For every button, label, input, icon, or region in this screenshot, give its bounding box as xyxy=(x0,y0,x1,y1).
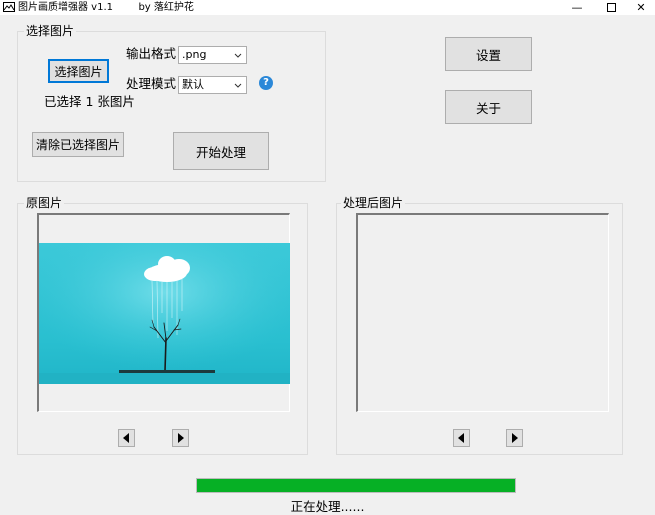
original-prev-button[interactable] xyxy=(118,429,135,447)
start-processing-button[interactable]: 开始处理 xyxy=(173,132,269,170)
arrow-left-icon xyxy=(458,433,464,443)
window-title-text: 图片画质增强器 v1.1 xyxy=(18,2,113,13)
maximize-icon xyxy=(606,2,616,12)
settings-button[interactable]: 设置 xyxy=(445,37,532,71)
clear-selected-button[interactable]: 清除已选择图片 xyxy=(32,132,124,157)
arrow-left-icon xyxy=(123,433,129,443)
status-text: 正在处理...... xyxy=(290,499,365,514)
original-image-group-legend: 原图片 xyxy=(24,196,65,210)
original-next-button[interactable] xyxy=(172,429,189,447)
chevron-down-icon xyxy=(234,53,242,58)
maximize-button[interactable] xyxy=(596,0,626,15)
process-mode-value: 默认 xyxy=(182,78,204,91)
processed-prev-button[interactable] xyxy=(453,429,470,447)
window-author: by 落红护花 xyxy=(138,2,194,13)
minimize-button[interactable]: — xyxy=(562,0,592,15)
process-mode-select[interactable]: 默认 xyxy=(178,76,247,94)
select-image-button[interactable]: 选择图片 xyxy=(48,59,109,83)
processed-next-button[interactable] xyxy=(506,429,523,447)
output-format-label: 输出格式 xyxy=(126,46,177,61)
chevron-down-icon xyxy=(234,83,242,88)
processed-image-group-legend: 处理后图片 xyxy=(341,196,406,210)
about-button[interactable]: 关于 xyxy=(445,90,532,124)
window-title: 图片画质增强器 v1.1 by 落红护花 xyxy=(18,0,194,15)
processed-image-frame xyxy=(356,213,609,412)
select-image-group-legend: 选择图片 xyxy=(24,24,77,38)
title-bar[interactable]: 图片画质增强器 v1.1 by 落红护花 — ✕ xyxy=(0,0,655,15)
original-image-frame xyxy=(37,213,290,412)
process-mode-label: 处理模式 xyxy=(126,76,177,91)
original-image-preview xyxy=(39,243,290,384)
help-icon[interactable]: ? xyxy=(259,76,273,90)
output-format-select[interactable]: .png xyxy=(178,46,247,64)
arrow-right-icon xyxy=(178,433,184,443)
arrow-right-icon xyxy=(512,433,518,443)
selected-count-text: 已选择 1 张图片 xyxy=(44,94,135,109)
app-icon xyxy=(3,2,15,12)
output-format-value: .png xyxy=(182,48,207,61)
progress-bar-fill xyxy=(197,479,515,492)
progress-bar xyxy=(196,478,516,493)
close-button[interactable]: ✕ xyxy=(626,0,655,15)
